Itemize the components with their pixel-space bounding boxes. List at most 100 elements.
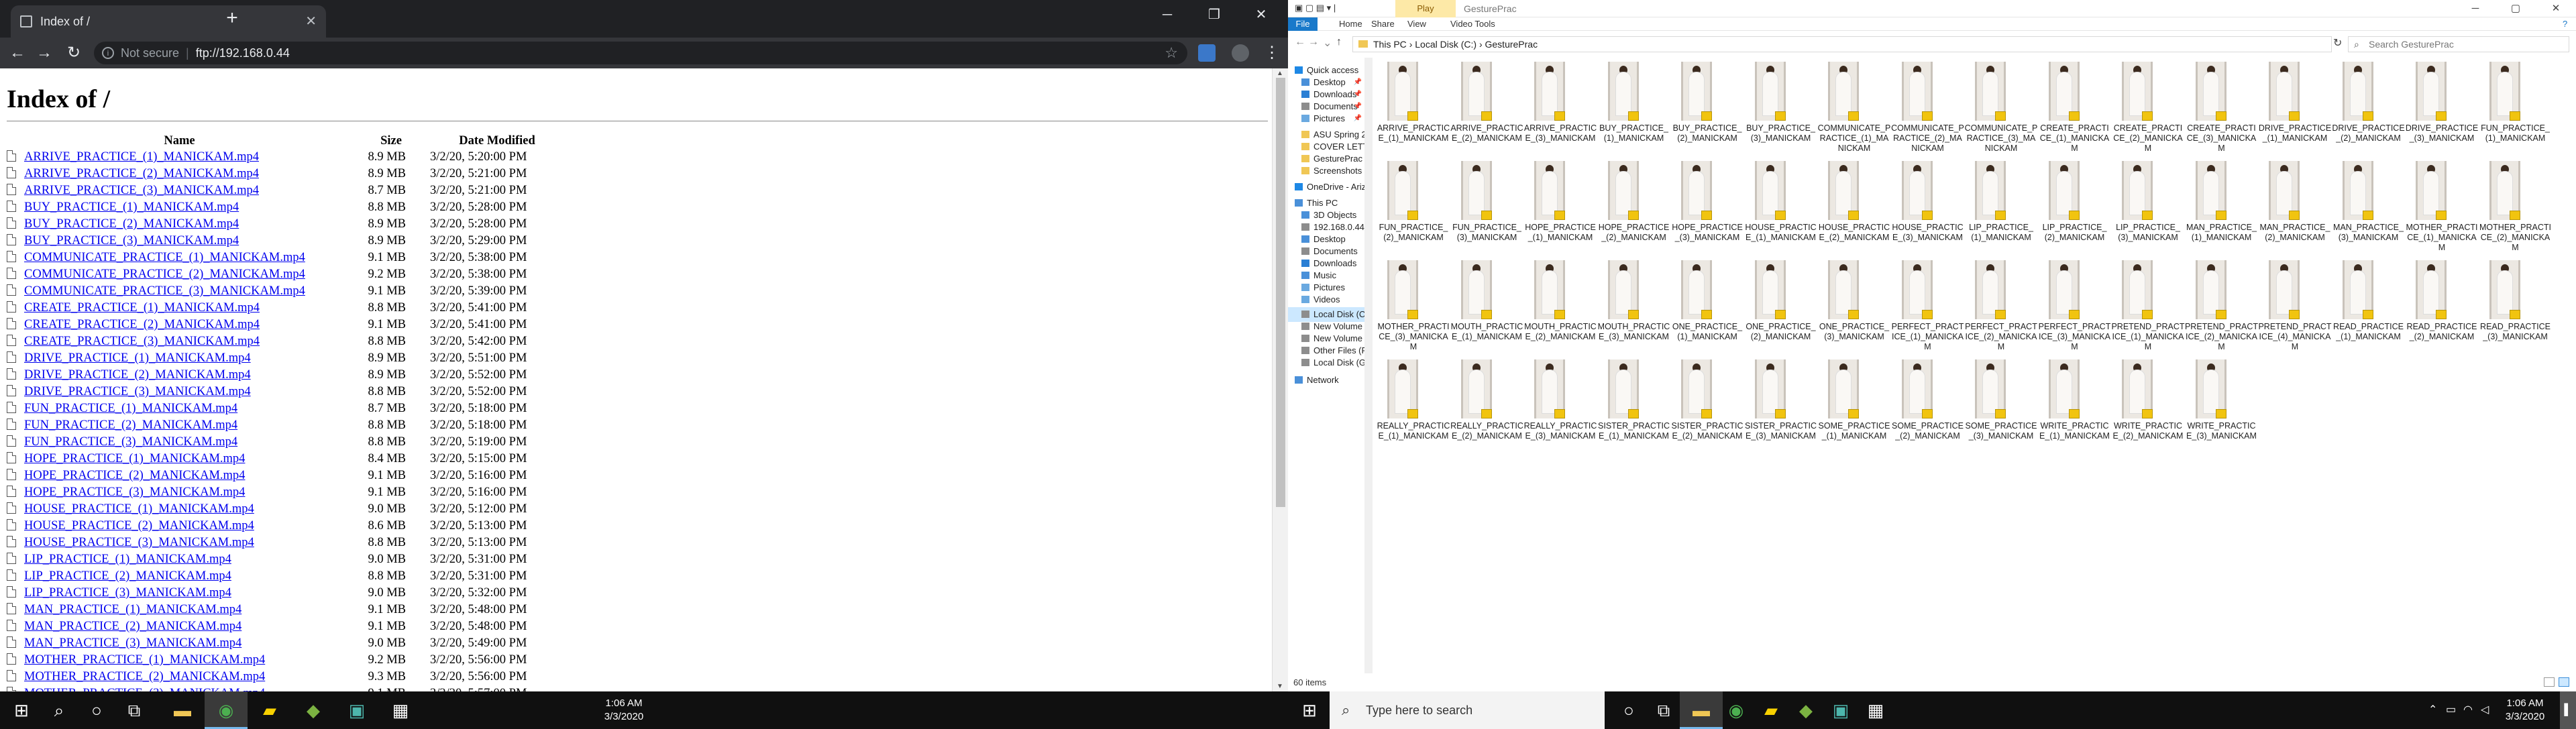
video-file-tile[interactable]: BUY_PRACTICE_(1)_MANICKAM bbox=[1597, 59, 1671, 158]
video-file-tile[interactable]: WRITE_PRACTICE_(2)_MANICKAM bbox=[2111, 357, 2185, 456]
minimize-button[interactable]: ─ bbox=[2455, 0, 2496, 17]
video-file-tile[interactable]: PRETEND_PRACTICE_(1)_MANICKAM bbox=[2111, 258, 2185, 357]
navigation-pane-scrollbar[interactable] bbox=[1364, 58, 1373, 673]
video-file-tile[interactable]: FUN_PRACTICE_(2)_MANICKAM bbox=[1377, 158, 1450, 258]
nav-item[interactable]: Screenshots bbox=[1288, 164, 1364, 178]
column-header-date[interactable]: Date Modified bbox=[430, 133, 564, 149]
file-link[interactable]: FUN_PRACTICE_(1)_MANICKAM.mp4 bbox=[24, 402, 237, 415]
calculator-taskbar-icon[interactable]: ▦ bbox=[1854, 691, 1897, 729]
video-file-tile[interactable]: HOUSE_PRACTICE_(2)_MANICKAM bbox=[1817, 158, 1891, 258]
file-link[interactable]: MAN_PRACTICE_(3)_MANICKAM.mp4 bbox=[24, 636, 241, 650]
profile-avatar[interactable] bbox=[1232, 44, 1249, 62]
video-file-tile[interactable]: WRITE_PRACTICE_(3)_MANICKAM bbox=[2185, 357, 2259, 456]
chrome-taskbar-icon[interactable]: ◉ bbox=[205, 691, 248, 729]
video-file-tile[interactable]: REALLY_PRACTICE_(3)_MANICKAM bbox=[1523, 357, 1597, 456]
video-file-tile[interactable]: DRIVE_PRACTICE_(2)_MANICKAM bbox=[2332, 59, 2406, 158]
file-link[interactable]: BUY_PRACTICE_(1)_MANICKAM.mp4 bbox=[24, 201, 239, 214]
search-input[interactable]: ⌕ Search GesturePrac bbox=[2348, 36, 2569, 52]
taskbar-clock[interactable]: 1:06 AM 3/3/2020 bbox=[590, 697, 657, 724]
sticky-notes-taskbar-icon[interactable]: ▰ bbox=[248, 691, 291, 729]
show-desktop-button[interactable]: ▌ bbox=[2560, 691, 2576, 729]
video-file-tile[interactable]: BUY_PRACTICE_(2)_MANICKAM bbox=[1670, 59, 1744, 158]
tray-chevron-icon[interactable]: ⌃ bbox=[2428, 691, 2437, 729]
help-icon[interactable]: ? bbox=[2563, 17, 2567, 31]
video-file-tile[interactable]: ARRIVE_PRACTICE_(1)_MANICKAM bbox=[1377, 59, 1450, 158]
close-window-button[interactable]: ✕ bbox=[2536, 0, 2576, 17]
video-file-tile[interactable]: BUY_PRACTICE_(3)_MANICKAM bbox=[1744, 59, 1818, 158]
video-file-tile[interactable]: PERFECT_PRACTICE_(3)_MANICKAM bbox=[2038, 258, 2112, 357]
video-file-tile[interactable]: SISTER_PRACTICE_(3)_MANICKAM bbox=[1744, 357, 1818, 456]
file-link[interactable]: MOTHER_PRACTICE_(2)_MANICKAM.mp4 bbox=[24, 670, 265, 683]
ribbon-tab-home[interactable]: Home bbox=[1339, 17, 1362, 31]
battery-icon[interactable]: ▭ bbox=[2446, 691, 2456, 729]
minimize-button[interactable]: ─ bbox=[1140, 0, 1194, 30]
breadcrumb-item[interactable]: GesturePrac bbox=[1485, 39, 1538, 50]
ribbon-tab-view[interactable]: View bbox=[1407, 17, 1426, 31]
video-file-tile[interactable]: ONE_PRACTICE_(1)_MANICKAM bbox=[1670, 258, 1744, 357]
file-link[interactable]: FUN_PRACTICE_(3)_MANICKAM.mp4 bbox=[24, 435, 237, 449]
file-link[interactable]: HOPE_PRACTICE_(2)_MANICKAM.mp4 bbox=[24, 469, 245, 482]
video-file-tile[interactable]: SOME_PRACTICE_(2)_MANICKAM bbox=[1891, 357, 1965, 456]
video-file-tile[interactable]: COMMUNICATE_PRACTICE_(2)_MANICKAM bbox=[1891, 59, 1965, 158]
task-view-icon[interactable]: ⧉ bbox=[113, 691, 156, 729]
file-link[interactable]: HOPE_PRACTICE_(1)_MANICKAM.mp4 bbox=[24, 452, 245, 465]
address-bar[interactable]: i Not secure | ftp://192.168.0.44 ☆ bbox=[94, 42, 1187, 64]
file-link[interactable]: FUN_PRACTICE_(2)_MANICKAM.mp4 bbox=[24, 418, 237, 432]
file-link[interactable]: CREATE_PRACTICE_(2)_MANICKAM.mp4 bbox=[24, 318, 260, 331]
file-link[interactable]: HOPE_PRACTICE_(3)_MANICKAM.mp4 bbox=[24, 486, 245, 499]
video-file-tile[interactable]: READ_PRACTICE_(3)_MANICKAM bbox=[2479, 258, 2553, 357]
video-file-tile[interactable]: FUN_PRACTICE_(3)_MANICKAM bbox=[1450, 158, 1524, 258]
recent-locations-icon[interactable]: ⌄ bbox=[1323, 36, 1332, 50]
file-link[interactable]: COMMUNICATE_PRACTICE_(1)_MANICKAM.mp4 bbox=[24, 251, 305, 264]
nav-item[interactable]: Pictures 📌 bbox=[1288, 111, 1364, 126]
file-link[interactable]: HOUSE_PRACTICE_(3)_MANICKAM.mp4 bbox=[24, 536, 254, 549]
video-file-tile[interactable]: REALLY_PRACTICE_(1)_MANICKAM bbox=[1377, 357, 1450, 456]
back-arrow-icon[interactable]: ← bbox=[1295, 36, 1305, 48]
android-app-taskbar-icon[interactable]: ◆ bbox=[292, 691, 335, 729]
scroll-up-icon[interactable]: ▲ bbox=[1277, 70, 1283, 77]
scrollbar-thumb[interactable] bbox=[1276, 78, 1285, 507]
taskbar-clock[interactable]: 1:06 AM 3/3/2020 bbox=[2491, 697, 2559, 724]
page-scrollbar[interactable]: ▲ ▼ bbox=[1272, 68, 1288, 691]
quick-access-toolbar-icon[interactable]: ▣ ▢ ▤ ▾ | bbox=[1295, 3, 1336, 13]
video-file-tile[interactable]: HOUSE_PRACTICE_(3)_MANICKAM bbox=[1891, 158, 1965, 258]
video-file-tile[interactable]: SOME_PRACTICE_(3)_MANICKAM bbox=[1964, 357, 2038, 456]
breadcrumb-item[interactable]: This PC bbox=[1373, 39, 1407, 50]
reload-button[interactable]: ↻ bbox=[60, 40, 87, 66]
video-file-tile[interactable]: MOTHER_PRACTICE_(2)_MANICKAM bbox=[2479, 158, 2553, 258]
chrome-menu-icon[interactable]: ⋮ bbox=[1258, 40, 1285, 66]
file-link[interactable]: ARRIVE_PRACTICE_(1)_MANICKAM.mp4 bbox=[24, 150, 259, 164]
video-file-tile[interactable]: PRETEND_PRACTICE_(4)_MANICKAM bbox=[2258, 258, 2332, 357]
video-file-tile[interactable]: HOPE_PRACTICE_(1)_MANICKAM bbox=[1523, 158, 1597, 258]
video-file-tile[interactable]: MAN_PRACTICE_(2)_MANICKAM bbox=[2258, 158, 2332, 258]
file-link[interactable]: ARRIVE_PRACTICE_(3)_MANICKAM.mp4 bbox=[24, 184, 259, 197]
file-link[interactable]: BUY_PRACTICE_(3)_MANICKAM.mp4 bbox=[24, 234, 239, 247]
file-link[interactable]: MOTHER_PRACTICE_(3)_MANICKAM.mp4 bbox=[24, 687, 265, 691]
browser-tab[interactable]: Index of / ✕ bbox=[11, 5, 326, 38]
video-file-tile[interactable]: READ_PRACTICE_(1)_MANICKAM bbox=[2332, 258, 2406, 357]
video-file-tile[interactable]: HOPE_PRACTICE_(2)_MANICKAM bbox=[1597, 158, 1671, 258]
info-icon[interactable]: i bbox=[102, 47, 114, 59]
video-file-tile[interactable]: FUN_PRACTICE_(1)_MANICKAM bbox=[2479, 59, 2553, 158]
maximize-button[interactable]: ▢ bbox=[2496, 0, 2536, 17]
restore-button[interactable]: ❐ bbox=[1194, 0, 1234, 30]
extension-icon[interactable] bbox=[1198, 44, 1216, 62]
video-file-tile[interactable]: MAN_PRACTICE_(1)_MANICKAM bbox=[2185, 158, 2259, 258]
file-link[interactable]: DRIVE_PRACTICE_(1)_MANICKAM.mp4 bbox=[24, 351, 251, 365]
bookmark-star-icon[interactable]: ☆ bbox=[1165, 42, 1178, 64]
video-file-tile[interactable]: LIP_PRACTICE_(3)_MANICKAM bbox=[2111, 158, 2185, 258]
file-link[interactable]: CREATE_PRACTICE_(3)_MANICKAM.mp4 bbox=[24, 335, 260, 348]
video-file-tile[interactable]: WRITE_PRACTICE_(1)_MANICKAM bbox=[2038, 357, 2112, 456]
task-view-icon[interactable]: ⧉ bbox=[1642, 691, 1685, 729]
breadcrumb[interactable]: This PC › Local Disk (C:) › GesturePrac bbox=[1352, 36, 2332, 52]
file-explorer-taskbar-icon[interactable]: ▬ bbox=[161, 691, 204, 729]
video-file-tile[interactable]: MAN_PRACTICE_(3)_MANICKAM bbox=[2332, 158, 2406, 258]
file-link[interactable]: HOUSE_PRACTICE_(1)_MANICKAM.mp4 bbox=[24, 502, 254, 516]
video-file-tile[interactable]: MOUTH_PRACTICE_(2)_MANICKAM bbox=[1523, 258, 1597, 357]
file-link[interactable]: DRIVE_PRACTICE_(3)_MANICKAM.mp4 bbox=[24, 385, 251, 398]
file-link[interactable]: BUY_PRACTICE_(2)_MANICKAM.mp4 bbox=[24, 217, 239, 231]
file-link[interactable]: CREATE_PRACTICE_(1)_MANICKAM.mp4 bbox=[24, 301, 260, 315]
new-tab-button[interactable]: + bbox=[219, 5, 246, 32]
video-file-tile[interactable]: ONE_PRACTICE_(3)_MANICKAM bbox=[1817, 258, 1891, 357]
ribbon-tab-video-tools[interactable]: Video Tools bbox=[1450, 17, 1495, 31]
